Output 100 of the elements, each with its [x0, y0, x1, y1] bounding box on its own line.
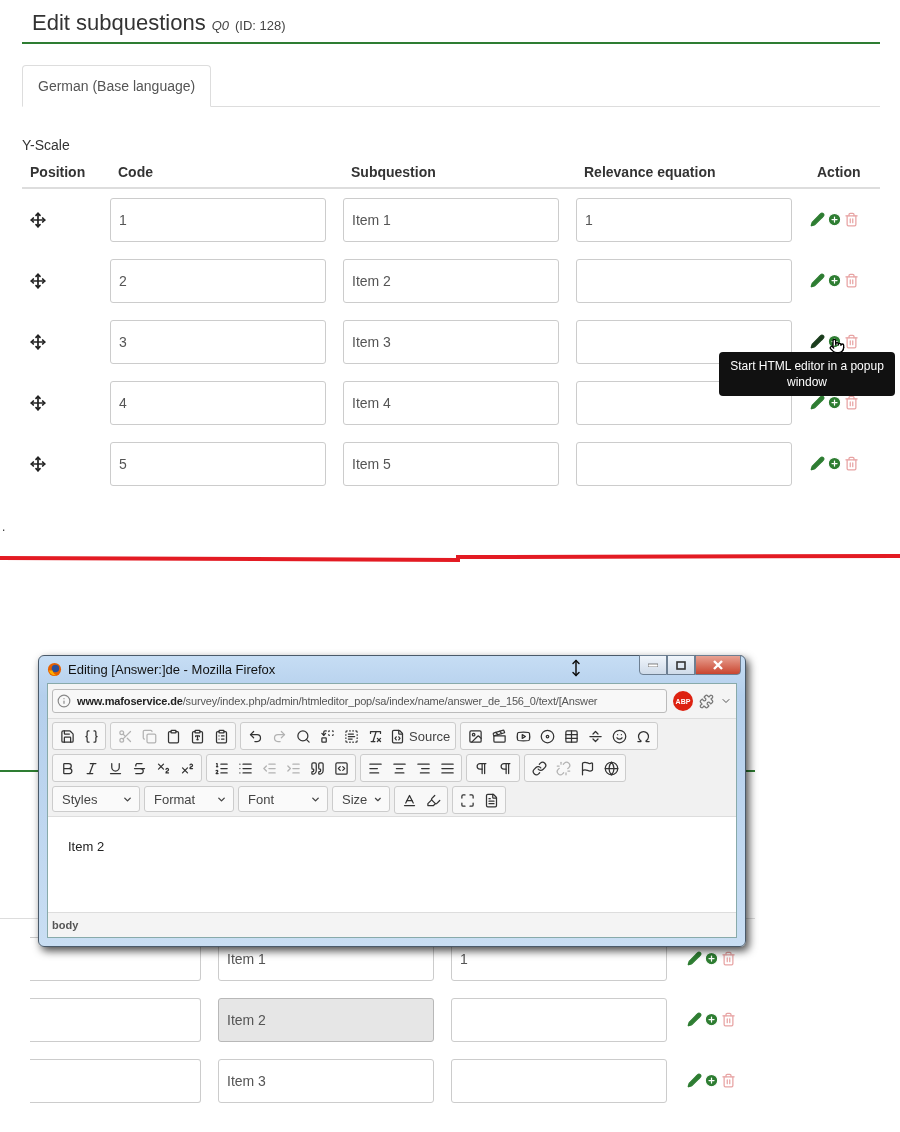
minimize-button[interactable]	[639, 655, 667, 675]
italic-icon	[83, 760, 99, 776]
extension-icon[interactable]	[699, 693, 714, 709]
column-header: Action	[816, 164, 862, 180]
element-path[interactable]: body	[48, 913, 736, 937]
ltr-icon	[473, 760, 489, 776]
page-title: Edit subquestions	[32, 10, 206, 36]
move-handle-icon[interactable]	[30, 455, 46, 472]
globe-icon	[603, 760, 619, 776]
minimize-icon	[648, 663, 658, 667]
source-button[interactable]: Source	[388, 725, 453, 747]
move-handle-icon[interactable]	[30, 211, 46, 228]
maximize-icon	[459, 792, 475, 808]
quote-icon	[309, 760, 325, 776]
unlink-icon	[555, 760, 571, 776]
align-center-icon	[391, 760, 407, 776]
link-icon	[531, 760, 547, 776]
info-icon	[57, 694, 71, 708]
subquestion-field[interactable]: Item 3	[218, 1058, 434, 1103]
subquestion-field[interactable]: Item 1	[343, 197, 559, 242]
column-header: Subquestion	[350, 164, 437, 180]
smiley-icon	[611, 728, 627, 744]
bg-color-icon	[425, 792, 441, 808]
omega-icon	[635, 728, 651, 744]
code-field[interactable]: 1	[110, 197, 326, 242]
align-left-icon	[367, 760, 383, 776]
bullet-list-icon	[237, 760, 253, 776]
move-handle-icon[interactable]	[30, 333, 46, 350]
close-icon	[712, 660, 724, 670]
address-field[interactable]: www.mafoservice.de/survey/index.php/admin/htmleditor_pop/sa/index/name/answer_de_156_0/text/[Answer	[52, 689, 667, 713]
rule-icon	[587, 728, 603, 744]
move-handle-icon[interactable]	[30, 394, 46, 411]
url-text: www.mafoservice.de/survey/index.php/admin/htmleditor_pop/sa/index/name/answer_de_156_0/text/[Answer	[77, 695, 598, 707]
editor-text[interactable]: Item 2	[48, 816, 736, 913]
move-handle-icon[interactable]	[30, 272, 46, 289]
format-dropdown[interactable]: Size	[332, 786, 390, 812]
copy-icon	[141, 728, 157, 744]
format-dropdown[interactable]: Font	[238, 786, 328, 812]
dot-mark: .	[1, 520, 7, 534]
question-code: Q0	[211, 18, 229, 33]
rtl-icon	[497, 760, 513, 776]
ordered-list-icon	[213, 760, 229, 776]
align-right-icon	[415, 760, 431, 776]
indent-icon	[285, 760, 301, 776]
paste-icon	[165, 728, 181, 744]
trash-icon[interactable]	[844, 395, 859, 410]
column-header: Code	[117, 164, 154, 180]
subquestion-field[interactable]: Item 4	[343, 380, 559, 425]
replace-icon	[319, 728, 335, 744]
add-icon[interactable]	[704, 951, 719, 966]
format-dropdown[interactable]: Format	[144, 786, 234, 812]
remove-format-icon	[367, 728, 383, 744]
window-title: Editing [Answer:]de - Mozilla Firefox	[68, 662, 276, 677]
scale-label: Y-Scale	[22, 137, 71, 153]
underline-icon	[107, 760, 123, 776]
add-icon[interactable]	[827, 395, 842, 410]
cut-icon	[117, 728, 133, 744]
language-tab[interactable]: German (Base language)	[22, 65, 212, 107]
relevance-field[interactable]	[451, 997, 667, 1042]
superscript-icon	[179, 760, 195, 776]
relevance-field[interactable]	[576, 258, 792, 303]
relevance-field[interactable]	[451, 1058, 667, 1103]
undo-icon	[247, 728, 263, 744]
justify-icon	[439, 760, 455, 776]
pencil-icon[interactable]	[810, 334, 825, 349]
show-blocks-icon	[483, 792, 499, 808]
maximize-button[interactable]	[667, 655, 695, 675]
code-field[interactable]: 5	[110, 441, 326, 486]
table-icon	[563, 728, 579, 744]
subquestion-field[interactable]: Item 2	[218, 997, 434, 1042]
text-color-icon	[401, 792, 417, 808]
pencil-icon[interactable]	[687, 951, 702, 966]
browser-logo-icon	[47, 662, 62, 677]
strike-icon	[131, 760, 147, 776]
code-field[interactable]	[30, 997, 201, 1042]
paste-text-icon	[189, 728, 205, 744]
select-all-icon	[343, 728, 359, 744]
image-icon	[467, 728, 483, 744]
subquestion-field[interactable]: Item 2	[343, 258, 559, 303]
div-icon	[333, 760, 349, 776]
column-header: Position	[29, 164, 87, 180]
maximize-icon	[676, 660, 686, 670]
subquestion-field[interactable]: Item 3	[343, 319, 559, 364]
youtube-icon	[515, 728, 531, 744]
close-button[interactable]	[695, 655, 741, 675]
subquestion-field[interactable]: Item 5	[343, 441, 559, 486]
code-field[interactable]	[30, 1058, 201, 1103]
find-icon	[295, 728, 311, 744]
pencil-icon[interactable]	[810, 395, 825, 410]
code-field[interactable]: 4	[110, 380, 326, 425]
redo-icon	[271, 728, 287, 744]
code-field[interactable]: 3	[110, 319, 326, 364]
relevance-field[interactable]	[576, 441, 792, 486]
subscript-icon	[155, 760, 171, 776]
tooltip: Start HTML editor in a popup window	[719, 352, 895, 396]
code-field[interactable]: 2	[110, 258, 326, 303]
format-dropdown[interactable]: Styles	[52, 786, 140, 812]
relevance-field[interactable]: 1	[576, 197, 792, 242]
source-icon	[390, 728, 405, 744]
save-icon	[59, 728, 75, 744]
